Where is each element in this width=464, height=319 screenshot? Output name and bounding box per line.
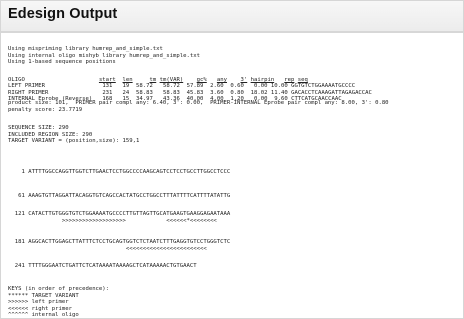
usage-line: Using mispriming library humrep_and_simp…	[8, 46, 163, 52]
keys-legend: KEYS (in order of precedence): ****** TA…	[8, 286, 109, 319]
cell-oligo: LEFT PRIMER	[8, 83, 46, 89]
cell-gc: 45.83	[186, 89, 204, 96]
cell-start: 231	[102, 89, 113, 96]
key-left-primer: >>>>>> left primer	[8, 299, 69, 305]
cell-seq: GACACCTCAAAGATTAGAGACCAC	[291, 89, 372, 96]
cell-3prime: 0.80	[230, 89, 244, 96]
results-page: Edesign Output Using mispriming library …	[0, 0, 464, 319]
cell-3prime: 0.60	[230, 83, 244, 89]
page-title: Edesign Output	[8, 6, 118, 22]
usage-notes: Using mispriming library humrep_and_simp…	[8, 46, 200, 66]
sequence-line: 1 ATTTTGGCCAGGTTGGTCTTGAACTCCTGGCCCCAAGC…	[8, 169, 231, 175]
cell-tm-var: 58.83	[162, 89, 180, 96]
sequence-line: 241 TTTTGGGAATCTGATTCTCATAAAATAAAAGCTCAT…	[8, 263, 197, 269]
size-line: SEQUENCE SIZE: 290	[8, 125, 69, 131]
keys-title: KEYS (in order of precedence):	[8, 286, 110, 292]
primer-marker-line: <<<<<<<<<<<<<<<<<<<<<<<<	[8, 245, 207, 252]
cell-tm-var: 58.72	[162, 83, 180, 89]
cell-seq: GGTGTCTGGAAAATGCCCC	[291, 83, 356, 89]
sequence-sizes: SEQUENCE SIZE: 290 INCLUDED REGION SIZE:…	[8, 125, 139, 145]
sequence-line: 121 CATACTTGTGGGTGTCTGGAAAATGCCCCTTGTTAG…	[8, 211, 231, 217]
key-right-primer: <<<<<< right primer	[8, 305, 72, 312]
usage-line: Using 1-based sequence positions	[8, 59, 116, 65]
table-row: LEFT PRIMER 131 19 58.72 58.72 57.89 2.6…	[8, 83, 355, 89]
size-line: TARGET VARIANT = (position,size): 159,1	[8, 138, 140, 144]
cell-hairpin: 0.00	[254, 83, 268, 89]
table-row: RIGHT PRIMER 231 24 58.83 58.83 45.83 3.…	[8, 90, 372, 96]
sequence-block: 181 AGGCACTTGGAGCTTATTTCTCCTGCAGTGGTCTCT…	[8, 239, 231, 252]
cell-any: 2.60	[210, 83, 224, 89]
cell-len: 24	[122, 89, 130, 96]
cell-gc: 57.89	[186, 83, 204, 89]
sequence-block: 121 CATACTTGTGGGTGTCTGGAAAATGCCCCTTGTTAG…	[8, 211, 231, 224]
sequence-line: 61 AAAGTGTTAGGATTACAGGTGTCAGCCACTATGCCTG…	[8, 193, 231, 199]
sequence-block: 241 TTTTGGGAATCTGATTCTCATAAAATAAAAGCTCAT…	[8, 263, 197, 270]
cell-rep: 11.40	[270, 89, 288, 96]
cell-len: 19	[122, 83, 130, 89]
sequence-block: 1 ATTTTGGCCAGGTTGGTCTTGAACTCCTGGCCCCAAGC…	[8, 169, 230, 176]
key-target: ****** TARGET VARIANT	[8, 292, 79, 299]
size-line: INCLUDED REGION SIZE: 290	[8, 131, 93, 138]
cell-hairpin: 18.02	[250, 89, 268, 96]
key-internal-oligo: ^^^^^^ internal oligo	[8, 312, 79, 318]
summary-line: product size: 101, PRIMER pair compl any…	[8, 100, 389, 106]
sequence-line: 181 AGGCACTTGGAGCTTATTTCTCCTGCAGTGGTCTCT…	[8, 239, 231, 245]
cell-start: 131	[102, 83, 113, 89]
cell-tm: 58.83	[136, 89, 153, 96]
summary-line: penalty score: 23.7719	[8, 106, 83, 113]
page-header: Edesign Output	[1, 1, 463, 33]
sequence-block: 61 AAAGTGTTAGGATTACAGGTGTCAGCCACTATGCCTG…	[8, 193, 230, 200]
cell-oligo: RIGHT PRIMER	[8, 89, 49, 96]
cell-any: 3.60	[210, 89, 224, 96]
usage-line: Using internal oligo mishyb library humr…	[8, 52, 200, 59]
pair-summary: product size: 101, PRIMER pair compl any…	[8, 100, 389, 113]
cell-rep: 10.00	[270, 83, 288, 89]
primer-marker-line: >>>>>>>>>>>>>>>>>>> <<<<<<*<<<<<<<<	[8, 217, 217, 224]
cell-tm: 58.72	[136, 83, 153, 89]
